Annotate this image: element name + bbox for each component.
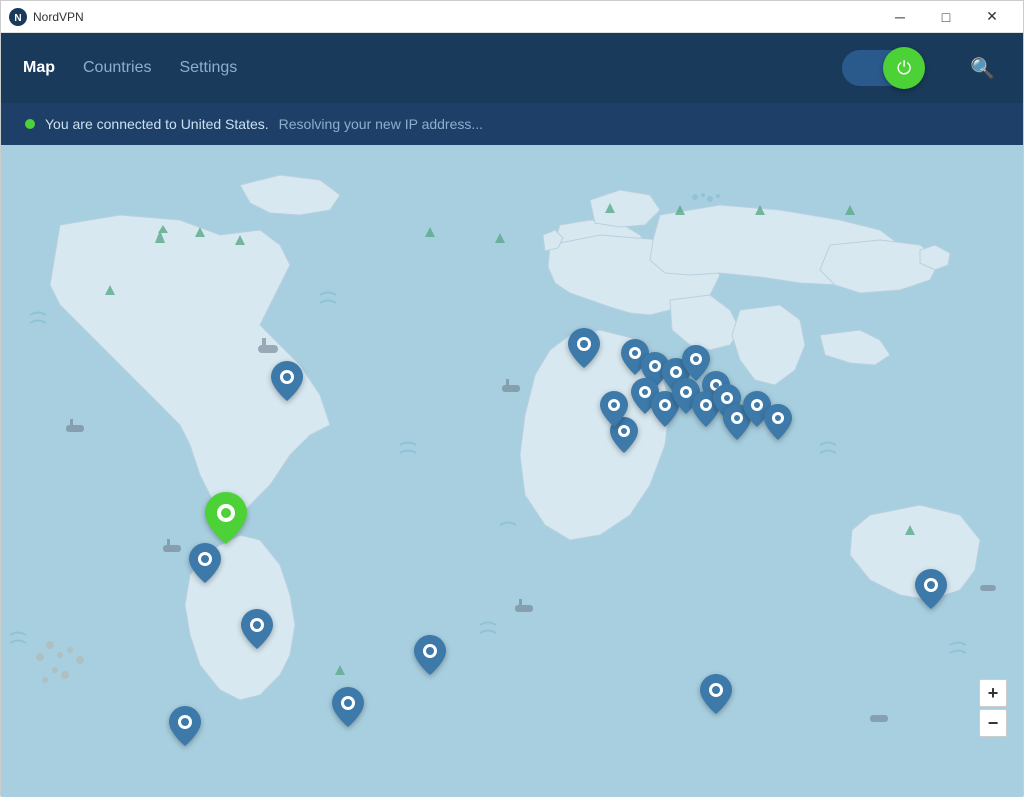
close-button[interactable]: ✕ bbox=[969, 1, 1015, 33]
zoom-out-button[interactable]: − bbox=[979, 709, 1007, 737]
pin-usa[interactable] bbox=[205, 492, 247, 549]
titlebar: N NordVPN ─ □ ✕ bbox=[1, 1, 1023, 33]
connection-message: You are connected to United States. bbox=[45, 116, 269, 132]
pin-uk[interactable] bbox=[568, 328, 600, 373]
navbar: Map Countries Settings ⏻ 🔍 bbox=[1, 33, 1023, 103]
maximize-button[interactable]: □ bbox=[923, 1, 969, 33]
window-controls: ─ □ ✕ bbox=[877, 1, 1015, 33]
zoom-in-button[interactable]: + bbox=[979, 679, 1007, 707]
toggle-knob: ⏻ bbox=[883, 47, 925, 89]
svg-text:N: N bbox=[14, 13, 21, 24]
pin-brazil[interactable] bbox=[414, 635, 446, 680]
pin-eu13[interactable] bbox=[764, 404, 792, 445]
zoom-controls: + − bbox=[979, 679, 1007, 737]
toggle-track[interactable]: ⏻ bbox=[842, 50, 922, 86]
map-container[interactable]: + − bbox=[1, 145, 1023, 797]
nordvpn-logo-icon: N bbox=[9, 8, 27, 26]
pin-chile[interactable] bbox=[332, 687, 364, 732]
pin-eu15[interactable] bbox=[600, 391, 628, 432]
tab-map[interactable]: Map bbox=[21, 53, 57, 83]
pin-australia[interactable] bbox=[915, 569, 947, 614]
search-button[interactable]: 🔍 bbox=[962, 48, 1003, 89]
world-map bbox=[1, 145, 1023, 797]
tab-countries[interactable]: Countries bbox=[81, 53, 153, 83]
connection-status-dot bbox=[25, 119, 35, 129]
pin-canada[interactable] bbox=[271, 361, 303, 406]
minimize-button[interactable]: ─ bbox=[877, 1, 923, 33]
search-icon: 🔍 bbox=[970, 58, 995, 80]
app-title: NordVPN bbox=[33, 10, 84, 24]
pin-colombia[interactable] bbox=[241, 609, 273, 654]
power-icon: ⏻ bbox=[897, 58, 911, 79]
pin-argentina[interactable] bbox=[169, 706, 201, 751]
pin-mexico[interactable] bbox=[189, 543, 221, 588]
tab-settings[interactable]: Settings bbox=[177, 53, 239, 83]
pin-south-africa[interactable] bbox=[700, 674, 732, 719]
titlebar-left: N NordVPN bbox=[9, 8, 84, 26]
resolving-message: Resolving your new IP address... bbox=[279, 116, 483, 132]
power-toggle[interactable]: ⏻ bbox=[842, 50, 922, 86]
statusbar: You are connected to United States. Reso… bbox=[1, 103, 1023, 145]
